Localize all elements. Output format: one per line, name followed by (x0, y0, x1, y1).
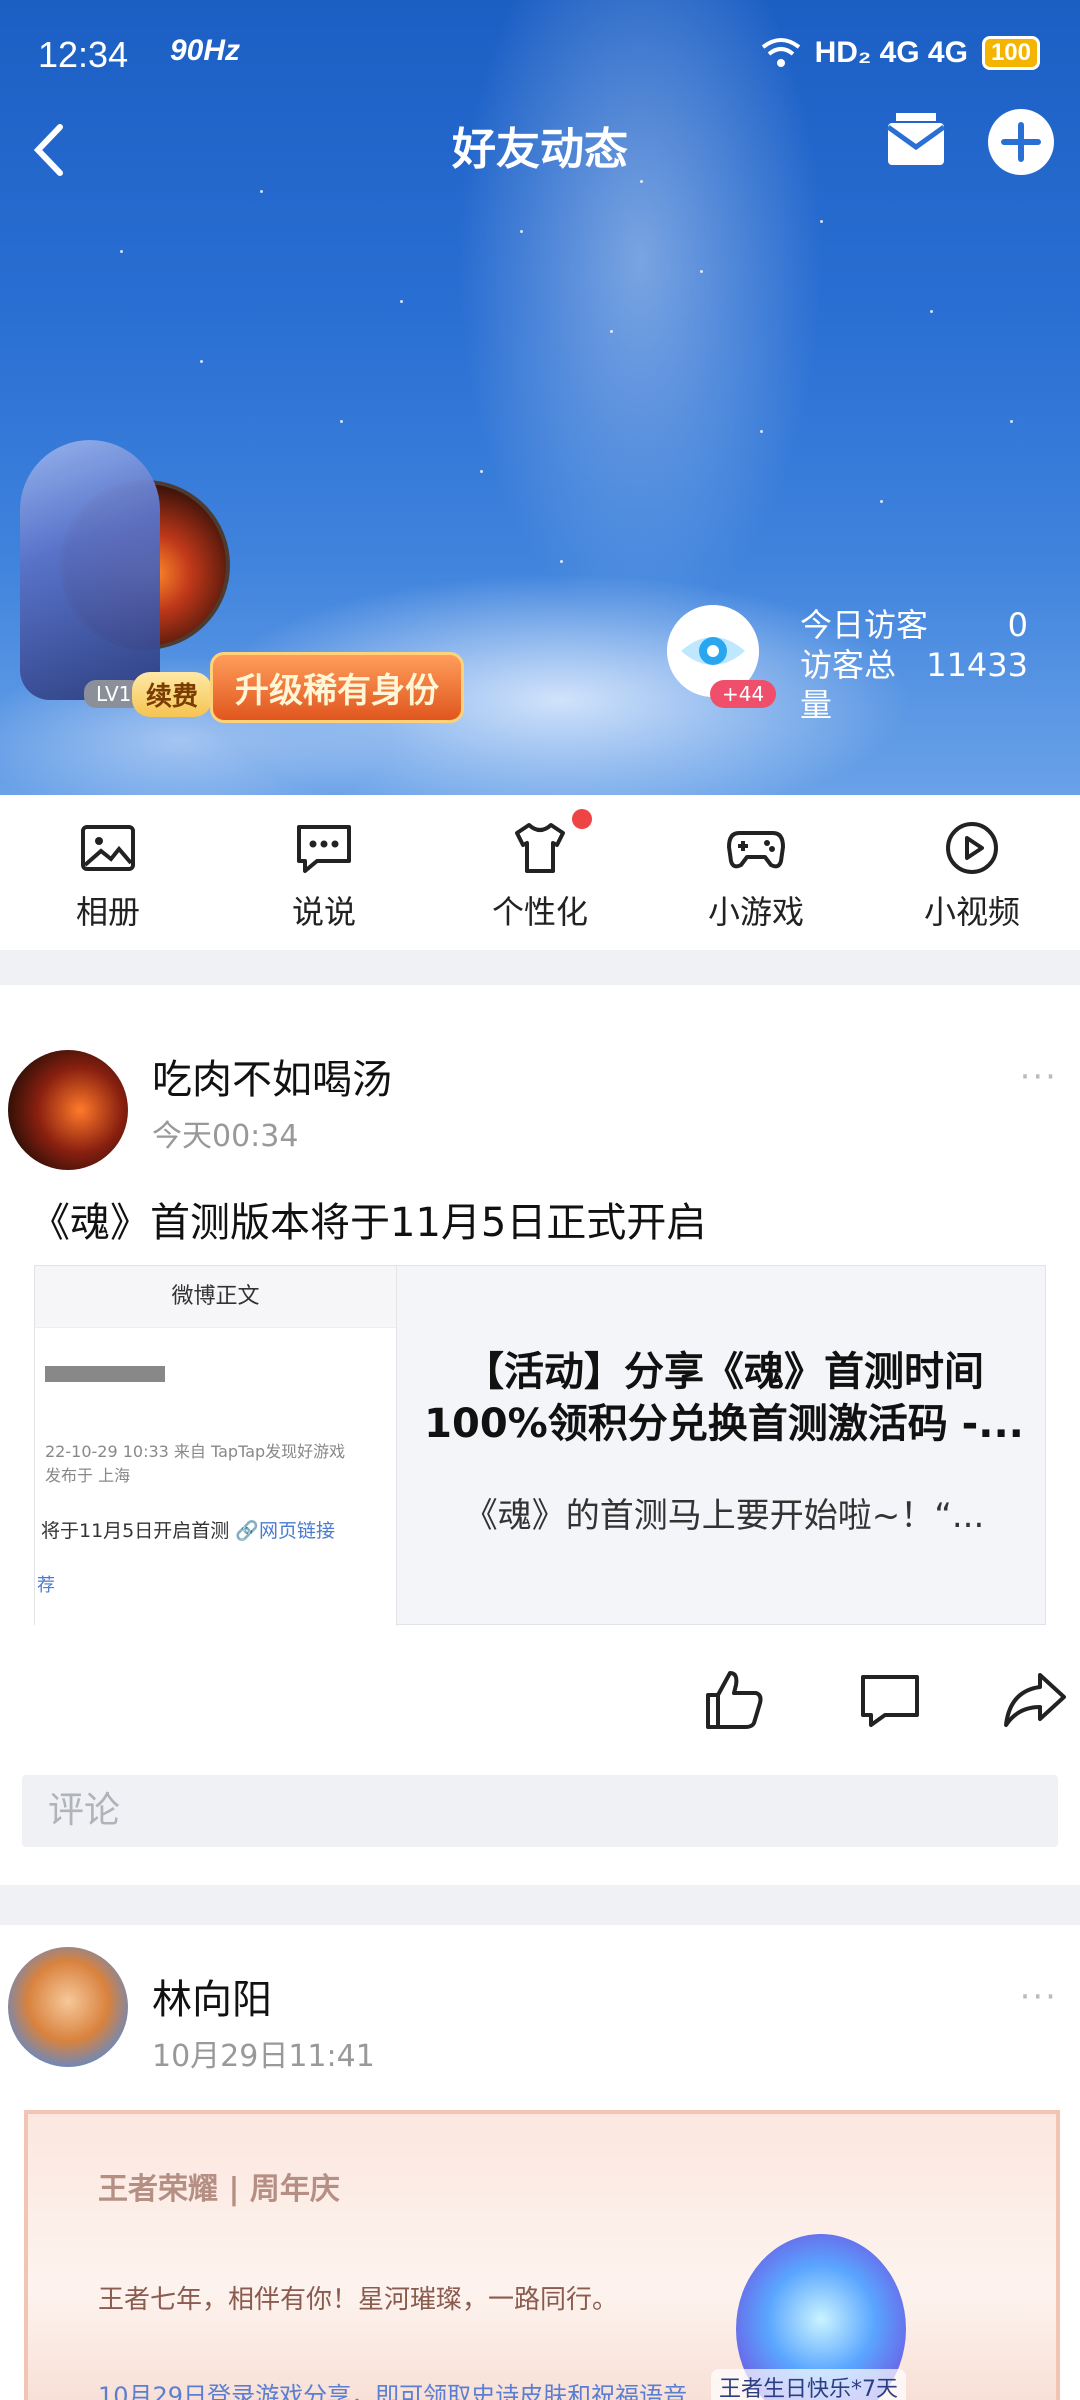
battery-indicator: 100 (981, 36, 1040, 70)
more-options-icon[interactable]: ··· (1020, 1057, 1058, 1097)
network-label: HD₂ 4G 4G (814, 36, 968, 69)
gamepad-icon (727, 831, 785, 869)
post-author-name[interactable]: 林向阳 (152, 1967, 272, 2025)
mail-icon[interactable] (882, 107, 950, 175)
shared-link-thumbnail: 微博正文 22-10-29 10:33 来自 TapTap发现好游戏 发布于 上… (35, 1266, 397, 1626)
new-dot-badge (572, 809, 592, 829)
thumb-rec: 荐 (37, 1575, 55, 1596)
post-time: 10月29日11:41 (152, 2039, 375, 2074)
post-author-avatar[interactable] (8, 1050, 128, 1170)
upgrade-identity-button[interactable]: 升级稀有身份 (210, 652, 464, 723)
today-visitors-label: 今日访客 (800, 606, 929, 644)
wifi-icon (761, 38, 800, 67)
tool-album[interactable]: 相册 (0, 795, 216, 950)
poster-tag: 王者生日快乐*7天 (711, 2369, 906, 2400)
thumb-web-link: 网页链接 (258, 1520, 335, 1542)
poster-brand: 王者荣耀 | 周年庆 (98, 2172, 340, 2207)
shared-link-title: 【活动】分享《魂》首测时间100%领积分兑换首测激活码 -... (424, 1349, 1024, 1447)
post-image[interactable]: 王者荣耀 | 周年庆 王者七年，相伴有你！星河璀璨，一路同行。 10月29日登录… (24, 2110, 1060, 2400)
tool-shuoshuo-label: 说说 (291, 893, 356, 931)
tshirt-icon (515, 823, 565, 873)
post-author-avatar[interactable] (8, 1947, 128, 2067)
status-time: 12:34 (38, 34, 129, 75)
refresh-rate: 90Hz (170, 34, 241, 67)
post-author-name[interactable]: 吃肉不如喝汤 (152, 1047, 392, 1105)
thumb-header: 微博正文 (35, 1266, 396, 1328)
tool-album-label: 相册 (75, 893, 140, 931)
tool-minigame[interactable]: 小游戏 (648, 795, 864, 950)
profile-cover: 12:34 90Hz HD₂ 4G 4G 100 好友动态 LV1 续费 升级稀… (0, 0, 1080, 795)
like-icon[interactable] (700, 1665, 770, 1735)
message-dots-icon (297, 825, 351, 873)
feed-post: 林向阳 10月29日11:41 ··· 王者荣耀 | 周年庆 王者七年，相伴有你… (0, 1925, 1080, 2400)
more-options-icon[interactable]: ··· (1020, 1977, 1058, 2017)
today-visitors-value: 0 (1007, 606, 1028, 644)
tool-shortvideo-label: 小视频 (923, 893, 1020, 931)
comment-input[interactable]: 评论 (22, 1775, 1058, 1847)
feature-toolbar: 相册 说说 个性化 小游戏 小视频 (0, 795, 1080, 950)
top-nav: 好友动态 (0, 105, 1080, 205)
renew-button[interactable]: 续费 (132, 672, 213, 717)
friend-feed-page: 12:34 90Hz HD₂ 4G 4G 100 好友动态 LV1 续费 升级稀… (0, 0, 1080, 2400)
poster-line-2: 10月29日登录游戏分享，即可领取史诗皮肤和祝福语音 (98, 2382, 688, 2400)
status-icons: HD₂ 4G 4G 100 (761, 36, 1040, 70)
shared-link-desc: 《魂》的首测马上要开始啦~！“... (463, 1496, 985, 1536)
total-visitors-label: 访客总量 (800, 646, 897, 724)
thumb-meta-1: 22-10-29 10:33 来自 TapTap发现好游戏 (45, 1442, 346, 1461)
status-bar: 12:34 90Hz HD₂ 4G 4G 100 (0, 0, 1080, 110)
poster-line-1: 王者七年，相伴有你！星河璀璨，一路同行。 (98, 2285, 619, 2315)
visitor-badge: +44 (710, 680, 777, 708)
tool-personalize-label: 个性化 (491, 893, 588, 931)
thumb-link-row: 将于11月5日开启首测 🔗网页链接 (41, 1520, 335, 1542)
comment-icon[interactable] (855, 1665, 925, 1735)
visitor-stats[interactable]: 今日访客 0 访客总量 11433 (800, 605, 1028, 725)
avatar-hero-figure (20, 440, 160, 700)
share-icon[interactable] (1000, 1665, 1070, 1735)
thumb-link-text: 将于11月5日开启首测 (41, 1520, 230, 1542)
thumb-meta-2: 发布于 上海 (45, 1466, 131, 1485)
play-circle-icon (946, 822, 998, 874)
total-visitors-value: 11433 (926, 646, 1028, 684)
add-icon[interactable] (986, 107, 1056, 177)
tool-shuoshuo[interactable]: 说说 (216, 795, 432, 950)
tool-personalize[interactable]: 个性化 (432, 795, 648, 950)
post-actions (660, 1665, 1080, 1745)
shared-link-card[interactable]: 微博正文 22-10-29 10:33 来自 TapTap发现好游戏 发布于 上… (34, 1265, 1046, 1626)
tool-minigame-label: 小游戏 (707, 893, 804, 931)
tool-shortvideo[interactable]: 小视频 (864, 795, 1080, 950)
post-text: 《魂》首测版本将于11月5日正式开启 (30, 1200, 707, 1246)
feed-post: 吃肉不如喝汤 今天00:34 ··· 《魂》首测版本将于11月5日正式开启 微博… (0, 985, 1080, 1885)
post-time: 今天00:34 (152, 1119, 299, 1154)
blurred-block (45, 1366, 165, 1382)
album-icon (81, 825, 135, 871)
